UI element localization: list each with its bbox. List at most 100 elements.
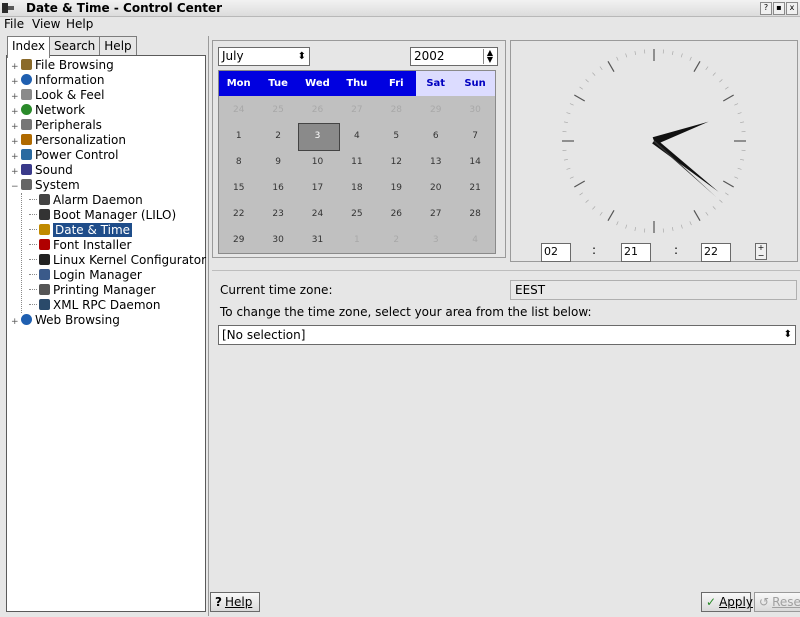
calendar-day[interactable]: 23 bbox=[258, 201, 297, 227]
title-bar[interactable]: Date & Time - Control Center ? ▪ x bbox=[0, 0, 800, 17]
reset-button[interactable]: ↺ Reset bbox=[754, 592, 800, 612]
calendar-day[interactable]: 29 bbox=[416, 97, 455, 123]
calendar-day[interactable]: 27 bbox=[337, 97, 376, 123]
tree-item[interactable]: Alarm Daemon bbox=[29, 193, 143, 208]
calendar-day[interactable]: 7 bbox=[455, 123, 494, 149]
tab-help[interactable]: Help bbox=[99, 36, 137, 56]
calendar-day[interactable]: 17 bbox=[298, 175, 337, 201]
tab-search[interactable]: Search bbox=[49, 36, 101, 56]
calendar-day[interactable]: 5 bbox=[377, 123, 416, 149]
tree-item[interactable]: Date & Time bbox=[29, 223, 133, 238]
calendar-day[interactable]: 28 bbox=[455, 201, 494, 227]
menu-view[interactable]: View bbox=[32, 17, 60, 31]
tree-item[interactable]: Font Installer bbox=[29, 238, 131, 253]
calendar-day[interactable]: 24 bbox=[219, 97, 258, 123]
calendar-day[interactable]: 10 bbox=[298, 149, 337, 175]
menu-file[interactable]: File bbox=[4, 17, 24, 31]
brush-icon bbox=[21, 89, 32, 100]
tree-item[interactable]: + Personalization bbox=[11, 133, 126, 148]
calendar-day[interactable]: 11 bbox=[337, 149, 376, 175]
calendar-day[interactable]: 15 bbox=[219, 175, 258, 201]
calendar-day[interactable]: 25 bbox=[258, 97, 297, 123]
calendar-day[interactable]: 30 bbox=[455, 97, 494, 123]
tree-item[interactable]: Linux Kernel Configurator bbox=[29, 253, 206, 268]
calendar-day[interactable]: 29 bbox=[219, 227, 258, 253]
tree-item[interactable]: + Look & Feel bbox=[11, 88, 104, 103]
clock-minute-mark bbox=[566, 167, 571, 170]
tree-item[interactable]: + Sound bbox=[11, 163, 73, 178]
help-window-icon[interactable]: ? bbox=[760, 2, 772, 15]
seconds-field[interactable]: 22 bbox=[701, 243, 731, 262]
help-button[interactable]: ? Help bbox=[210, 592, 260, 612]
tree-item[interactable]: + Information bbox=[11, 73, 104, 88]
timezone-select[interactable]: [No selection] ⬍ bbox=[218, 325, 796, 345]
calendar-day[interactable]: 31 bbox=[298, 227, 337, 253]
tree-item[interactable]: + Peripherals bbox=[11, 118, 102, 133]
clock-hour-mark bbox=[722, 94, 734, 102]
tree-item[interactable]: − System bbox=[11, 178, 80, 193]
calendar-day[interactable]: 8 bbox=[219, 149, 258, 175]
calendar-day[interactable]: 16 bbox=[258, 175, 297, 201]
calendar-day[interactable]: 13 bbox=[416, 149, 455, 175]
minimize-icon[interactable]: ▪ bbox=[773, 2, 785, 15]
tree-item-label: Information bbox=[35, 73, 105, 87]
tree-item-label: XML RPC Daemon bbox=[53, 298, 161, 312]
expander-icon[interactable]: − bbox=[11, 180, 19, 195]
reset-button-label: Reset bbox=[772, 595, 800, 609]
apply-button[interactable]: ✓ Apply bbox=[701, 592, 753, 612]
calendar-day[interactable]: 22 bbox=[219, 201, 258, 227]
calendar-day[interactable]: 20 bbox=[416, 175, 455, 201]
app-icon bbox=[2, 3, 14, 13]
year-spinbox[interactable]: 2002 ▲ ▼ bbox=[410, 47, 498, 66]
expander-icon[interactable]: + bbox=[11, 315, 19, 330]
tree-connector bbox=[29, 214, 37, 215]
calendar-day[interactable]: 26 bbox=[298, 97, 337, 123]
day-name-header: Mon bbox=[226, 78, 251, 89]
calendar-day[interactable]: 19 bbox=[377, 175, 416, 201]
calendar-day[interactable]: 4 bbox=[455, 227, 494, 253]
close-icon[interactable]: x bbox=[786, 2, 798, 15]
calendar-day[interactable]: 2 bbox=[258, 123, 297, 149]
calendar-day[interactable]: 4 bbox=[337, 123, 376, 149]
checkmark-icon: ✓ bbox=[706, 595, 717, 609]
tree-item[interactable]: Printing Manager bbox=[29, 283, 156, 298]
calendar-day[interactable]: 25 bbox=[337, 201, 376, 227]
hours-field[interactable]: 02 bbox=[541, 243, 571, 262]
tree-item[interactable]: Boot Manager (LILO) bbox=[29, 208, 176, 223]
tree-item[interactable]: Login Manager bbox=[29, 268, 142, 283]
tree-item[interactable]: + File Browsing bbox=[11, 58, 114, 73]
calendar-day[interactable]: 24 bbox=[298, 201, 337, 227]
tree-item[interactable]: XML RPC Daemon bbox=[29, 298, 160, 313]
calendar-day[interactable]: 9 bbox=[258, 149, 297, 175]
tree-item[interactable]: + Power Control bbox=[11, 148, 118, 163]
calendar-day[interactable]: 3 bbox=[416, 227, 455, 253]
calendar-day-selected[interactable]: 3 bbox=[298, 123, 337, 149]
info-icon bbox=[21, 74, 32, 85]
calendar-day[interactable]: 27 bbox=[416, 201, 455, 227]
calendar-day[interactable]: 14 bbox=[455, 149, 494, 175]
clock-minute-mark bbox=[569, 176, 574, 179]
tree-item[interactable]: + Network bbox=[11, 103, 85, 118]
calendar-day[interactable]: 12 bbox=[377, 149, 416, 175]
calendar-day[interactable]: 28 bbox=[377, 97, 416, 123]
clock-minute-mark bbox=[724, 86, 729, 90]
time-separator: : bbox=[592, 243, 597, 257]
calendar-day[interactable]: 30 bbox=[258, 227, 297, 253]
month-select[interactable]: July ⬍ bbox=[218, 47, 310, 66]
person-icon bbox=[21, 134, 32, 145]
module-tree: + File Browsing + Information + Look & Feel + N… bbox=[6, 55, 206, 612]
calendar-day[interactable]: 1 bbox=[337, 227, 376, 253]
minutes-field[interactable]: 21 bbox=[621, 243, 651, 262]
calendar-day[interactable]: 26 bbox=[377, 201, 416, 227]
tab-index[interactable]: Index bbox=[7, 36, 51, 58]
calendar-day[interactable]: 6 bbox=[416, 123, 455, 149]
calendar-day[interactable]: 21 bbox=[455, 175, 494, 201]
calendar-day[interactable]: 1 bbox=[219, 123, 258, 149]
calendar-day[interactable]: 2 bbox=[377, 227, 416, 253]
menu-help[interactable]: Help bbox=[66, 17, 93, 31]
panel-divider[interactable] bbox=[208, 36, 209, 616]
time-spin-icon[interactable]: + − bbox=[755, 243, 767, 260]
tree-item[interactable]: + Web Browsing bbox=[11, 313, 120, 328]
spin-arrows-icon[interactable]: ▲ ▼ bbox=[483, 49, 496, 64]
calendar-day[interactable]: 18 bbox=[337, 175, 376, 201]
